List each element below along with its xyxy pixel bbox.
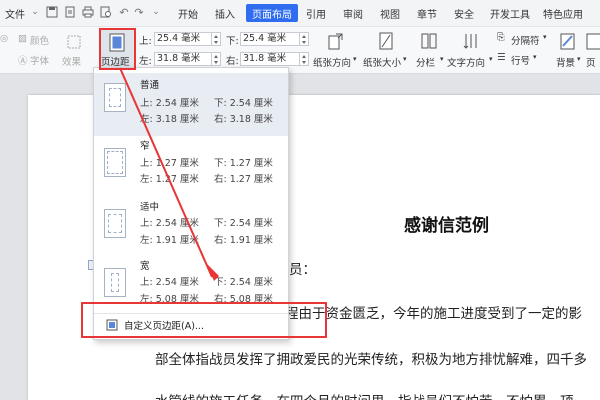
annotation-arrow bbox=[119, 67, 219, 281]
wps-writer-window: 文件 ⌄ ↶ ↷ ⌄ 开始 插入 页面布局 引用 审阅 视图 章节 安全 开发工… bbox=[0, 0, 600, 400]
